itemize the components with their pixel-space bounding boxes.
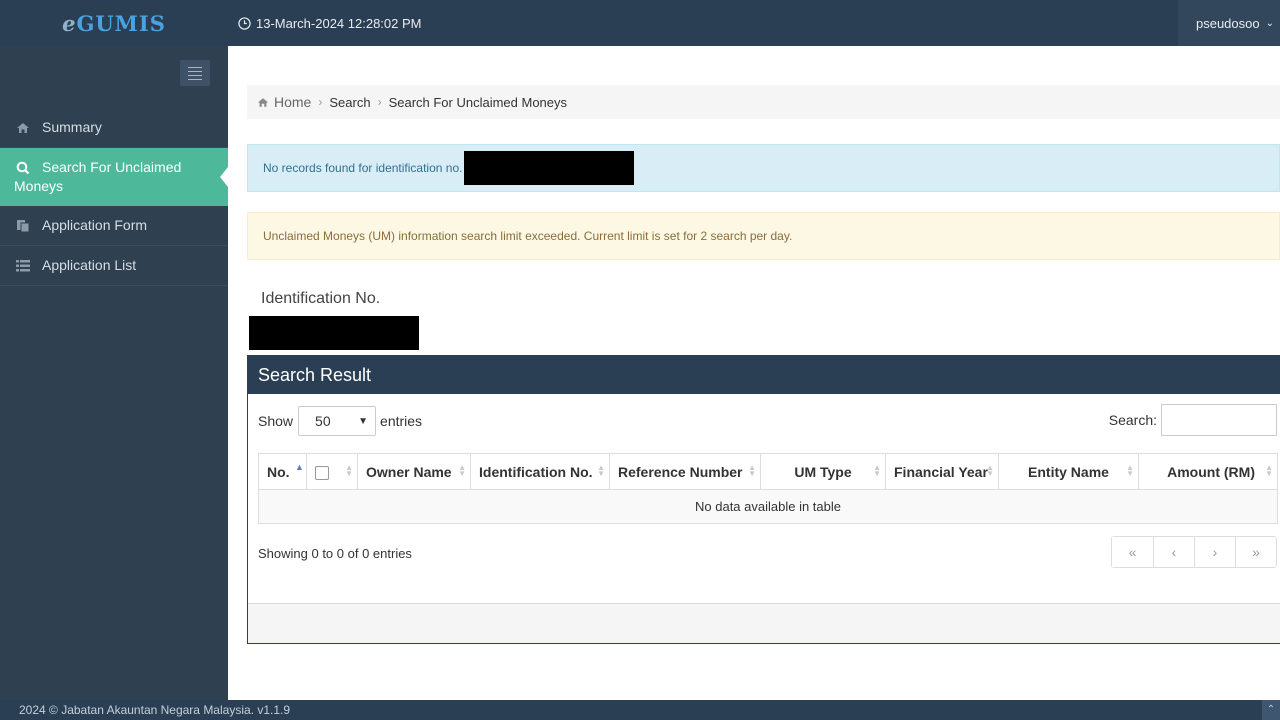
hamburger-line	[188, 74, 202, 76]
panel-footer	[248, 603, 1280, 643]
info-alert-text: No records found for identification no.	[263, 161, 463, 175]
chevron-down-icon: ⌄	[1265, 17, 1274, 29]
identification-label: Identification No.	[261, 290, 381, 307]
breadcrumb: Home › Search › Search For Unclaimed Mon…	[247, 85, 1280, 119]
table-info: Showing 0 to 0 of 0 entries	[258, 546, 412, 561]
next-page-button[interactable]: ›	[1194, 537, 1235, 567]
sort-icon: ▲ ▼	[597, 463, 605, 478]
sidebar-item-label: Summary	[42, 119, 102, 135]
sidebar-item-label: Application Form	[42, 217, 148, 233]
page-footer: 2024 © Jabatan Akauntan Negara Malaysia.…	[0, 700, 1280, 720]
datetime-display: 13-March-2024 12:28:02 PM	[238, 16, 421, 31]
breadcrumb-separator-icon: ›	[377, 95, 382, 109]
entries-select[interactable]: 50 ▼	[298, 406, 377, 436]
column-header-label: Reference Number	[618, 463, 743, 480]
column-header-financial-year[interactable]: Financial Year ▲ ▼	[885, 453, 999, 490]
column-header-label: Amount (RM)	[1167, 463, 1255, 480]
column-header-amount[interactable]: Amount (RM) ▲ ▼	[1138, 453, 1278, 490]
sort-icon: ▲ ▼	[458, 463, 466, 478]
clock-icon	[238, 16, 251, 30]
user-menu[interactable]: pseudosoo ⌄	[1177, 0, 1280, 46]
info-alert: No records found for identification no.	[247, 144, 1280, 192]
column-header-reference-number[interactable]: Reference Number ▲ ▼	[609, 453, 761, 490]
username: pseudosoo	[1195, 15, 1260, 31]
main-content: Home › Search › Search For Unclaimed Mon…	[228, 46, 1280, 700]
sort-icon: ▲ ▼	[986, 463, 994, 478]
sidebar-item-label: Application List	[42, 257, 137, 273]
column-header-um-type[interactable]: UM Type ▲ ▼	[760, 453, 886, 490]
sort-icon: ▲ ▼	[873, 463, 881, 478]
search-icon	[14, 158, 32, 177]
table-search: Search:	[1109, 404, 1277, 436]
redacted-block	[464, 151, 635, 185]
table-row: No data available in table	[258, 489, 1278, 524]
table-header-row: No. ▲ ▲ ▼ Owner Name ▲ ▼ Identification No…	[258, 453, 1278, 490]
menu-toggle-button[interactable]	[180, 60, 210, 86]
list-icon	[14, 256, 32, 275]
sort-asc-icon: ▲	[295, 462, 304, 472]
column-header-label: Financial Year	[894, 463, 988, 480]
pagination: « ‹ › »	[1111, 536, 1277, 568]
column-header-label: No.	[267, 463, 290, 480]
column-header-label: Owner Name	[366, 463, 452, 480]
sort-icon: ▲ ▼	[1265, 463, 1273, 478]
search-result-panel: Search Result Show 50 ▼ entries Search: …	[247, 355, 1280, 644]
breadcrumb-home-label: Home	[274, 94, 312, 110]
chevron-down-icon: ▼	[358, 415, 369, 427]
brand-logo[interactable]: e GUMIS	[0, 0, 228, 46]
hamburger-line	[188, 78, 202, 80]
warning-alert-text: Unclaimed Moneys (UM) information search…	[263, 229, 793, 243]
sidebar: Summary Search For Unclaimed Moneys Appl…	[0, 46, 228, 700]
brand-prefix: e	[62, 10, 77, 36]
column-header-select-all: ▲ ▼	[306, 453, 358, 490]
home-icon	[14, 118, 32, 137]
column-header-no[interactable]: No. ▲	[258, 453, 307, 490]
sort-icon: ▲ ▼	[345, 463, 353, 478]
datetime-text: 13-March-2024 12:28:02 PM	[256, 15, 422, 31]
warning-alert: Unclaimed Moneys (UM) information search…	[247, 212, 1280, 260]
column-header-entity-name[interactable]: Entity Name ▲ ▼	[998, 453, 1139, 490]
search-label: Search:	[1108, 412, 1157, 428]
column-header-label: UM Type	[794, 463, 852, 480]
home-icon	[257, 97, 269, 107]
first-page-button[interactable]: «	[1112, 537, 1153, 567]
top-bar: e GUMIS 13-March-2024 12:28:02 PM pseudos…	[0, 0, 1280, 46]
empty-table-message: No data available in table	[258, 489, 1278, 524]
table-controls: Show 50 ▼ entries Search:	[248, 394, 1280, 448]
column-header-label: Entity Name	[1028, 463, 1109, 480]
show-label: Show	[258, 413, 294, 429]
breadcrumb-home[interactable]: Home	[257, 94, 311, 110]
column-header-identification-no[interactable]: Identification No. ▲ ▼	[470, 453, 610, 490]
sidebar-item-application-form[interactable]: Application Form	[0, 206, 228, 246]
sidebar-nav: Summary Search For Unclaimed Moneys Appl…	[0, 108, 228, 286]
column-header-owner-name[interactable]: Owner Name ▲ ▼	[357, 453, 471, 490]
sidebar-item-label-line2: Moneys	[14, 178, 64, 194]
breadcrumb-search[interactable]: Search	[329, 95, 370, 110]
brand-name: GUMIS	[76, 10, 166, 36]
last-page-button[interactable]: »	[1235, 537, 1276, 567]
breadcrumb-current: Search For Unclaimed Moneys	[388, 94, 568, 110]
scroll-top-button[interactable]: ⌃	[1262, 700, 1280, 720]
copy-icon	[14, 216, 32, 235]
hamburger-line	[188, 66, 202, 68]
breadcrumb-separator-icon: ›	[318, 95, 323, 109]
sidebar-item-label: Search For Unclaimed	[42, 159, 182, 175]
entries-select-value: 50	[315, 413, 331, 429]
sidebar-item-summary[interactable]: Summary	[0, 108, 228, 148]
sidebar-item-application-list[interactable]: Application List	[0, 246, 228, 286]
sort-icon: ▲ ▼	[1126, 463, 1134, 478]
results-table: No. ▲ ▲ ▼ Owner Name ▲ ▼ Identification No…	[258, 453, 1278, 524]
select-all-checkbox[interactable]	[315, 465, 329, 480]
hamburger-line	[188, 70, 202, 72]
entries-length-control: Show 50 ▼ entries	[258, 406, 422, 436]
search-input[interactable]	[1161, 404, 1277, 436]
identification-value-redacted	[249, 316, 419, 350]
entries-label: entries	[380, 413, 423, 429]
footer-text: 2024 © Jabatan Akauntan Negara Malaysia.…	[19, 703, 291, 717]
sidebar-item-search-unclaimed-moneys[interactable]: Search For Unclaimed Moneys	[0, 148, 228, 206]
column-header-label: Identification No.	[479, 463, 593, 480]
previous-page-button[interactable]: ‹	[1153, 537, 1194, 567]
panel-title: Search Result	[248, 356, 1280, 394]
sort-icon: ▲ ▼	[748, 463, 756, 478]
